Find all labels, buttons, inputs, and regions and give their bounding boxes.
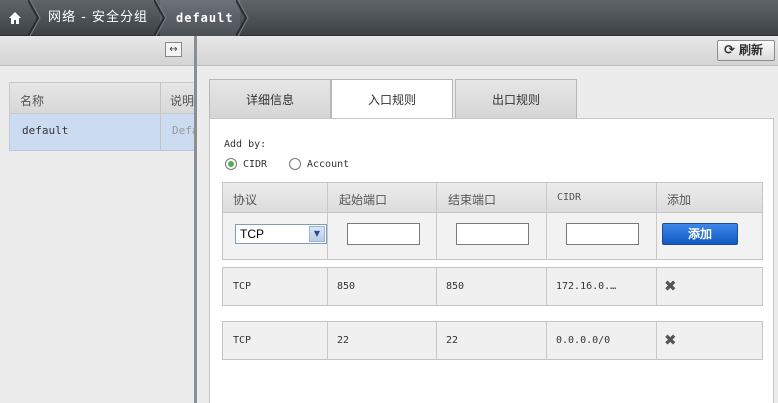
- column-divider: [160, 83, 161, 113]
- column-divider: [436, 183, 437, 212]
- ingress-rules-panel: Add by: CIDR Account 协议 起始端口 结束端口 CIDR 添…: [209, 118, 774, 403]
- tab-egress-rules[interactable]: 出口规则: [455, 79, 577, 118]
- column-divider: [546, 268, 547, 305]
- home-icon[interactable]: [0, 0, 30, 36]
- breadcrumb-separator-icon: [236, 0, 249, 36]
- column-header-start-port: 起始端口: [339, 193, 388, 207]
- column-header-description[interactable]: 说明: [170, 92, 194, 109]
- radio-account-label[interactable]: Account: [307, 159, 349, 170]
- start-port-input[interactable]: [347, 223, 420, 245]
- radio-cidr-label[interactable]: CIDR: [243, 159, 267, 170]
- end-port-input[interactable]: [456, 223, 529, 245]
- left-toolbar: ↔: [0, 36, 196, 66]
- add-rule-button[interactable]: 添加: [662, 223, 738, 245]
- collapse-icon[interactable]: ↔: [165, 42, 182, 57]
- column-divider: [327, 183, 328, 212]
- tab-ingress-rules[interactable]: 入口规则: [331, 79, 453, 119]
- column-divider: [546, 213, 547, 259]
- rule-start-port: 850: [337, 281, 356, 292]
- tab-details[interactable]: 详细信息: [209, 79, 331, 118]
- rule-protocol: TCP: [233, 281, 252, 292]
- table-row: TCP 22 22 0.0.0.0/0 ✖: [222, 321, 763, 360]
- list-item-name: default: [22, 124, 69, 137]
- column-divider: [327, 268, 328, 305]
- refresh-label: 刷新: [739, 43, 764, 57]
- column-divider: [160, 114, 161, 150]
- add-by-label: Add by:: [224, 139, 267, 150]
- column-divider: [656, 213, 657, 259]
- column-header-add: 添加: [667, 193, 692, 207]
- rule-end-port: 850: [446, 281, 465, 292]
- column-divider: [546, 183, 547, 212]
- breadcrumb-item-network[interactable]: 网络 - 安全分组: [48, 0, 148, 36]
- radio-account[interactable]: [289, 158, 301, 170]
- breadcrumb-separator-icon: [28, 0, 41, 36]
- breadcrumb: 网络 - 安全分组 default: [0, 0, 778, 36]
- protocol-select[interactable]: TCP ▼: [235, 224, 327, 244]
- column-divider: [436, 213, 437, 259]
- list-item[interactable]: default Default: [9, 114, 218, 151]
- column-divider: [436, 322, 437, 359]
- radio-cidr[interactable]: [225, 158, 237, 170]
- delete-icon[interactable]: ✖: [664, 279, 677, 294]
- rule-start-port: 22: [337, 335, 350, 346]
- column-divider: [327, 213, 328, 259]
- breadcrumb-item-default: default: [176, 11, 234, 25]
- cidr-input[interactable]: [566, 223, 639, 245]
- rule-input-table: 协议 起始端口 结束端口 CIDR 添加 TCP ▼ 添加: [222, 182, 763, 260]
- rule-cidr: 172.16.0.…: [556, 281, 617, 292]
- tab-bar: 详细信息 入口规则 出口规则: [209, 79, 769, 119]
- delete-icon[interactable]: ✖: [664, 333, 677, 348]
- column-divider: [546, 322, 547, 359]
- security-group-list: 名称 说明 default Default: [9, 82, 218, 151]
- column-divider: [656, 268, 657, 305]
- left-panel: ↔ 名称 说明 default Default: [0, 36, 218, 403]
- refresh-icon: ⟳: [724, 43, 735, 58]
- column-header-cidr: CIDR: [557, 192, 582, 203]
- refresh-button[interactable]: ⟳ 刷新: [717, 40, 775, 61]
- column-divider: [656, 322, 657, 359]
- right-toolbar: ⟳ 刷新: [197, 36, 778, 66]
- column-divider: [327, 322, 328, 359]
- list-header: 名称 说明: [9, 82, 196, 114]
- right-panel: ⟳ 刷新 详细信息 入口规则 出口规则 Add by: CIDR Account…: [197, 36, 778, 403]
- column-header-name[interactable]: 名称: [20, 92, 44, 109]
- rule-table-header: 协议 起始端口 结束端口 CIDR 添加: [223, 183, 762, 213]
- rule-cidr: 0.0.0.0/0: [556, 335, 611, 346]
- new-rule-row: TCP ▼ 添加: [223, 213, 762, 259]
- rule-protocol: TCP: [233, 335, 252, 346]
- chevron-down-icon[interactable]: ▼: [309, 226, 325, 242]
- protocol-select-value: TCP: [240, 227, 264, 241]
- breadcrumb-separator-icon: [154, 0, 167, 36]
- column-divider: [656, 183, 657, 212]
- rule-end-port: 22: [446, 335, 459, 346]
- table-row: TCP 850 850 172.16.0.… ✖: [222, 267, 763, 306]
- column-header-end-port: 结束端口: [448, 193, 497, 207]
- column-header-protocol: 协议: [233, 193, 258, 207]
- column-divider: [436, 268, 437, 305]
